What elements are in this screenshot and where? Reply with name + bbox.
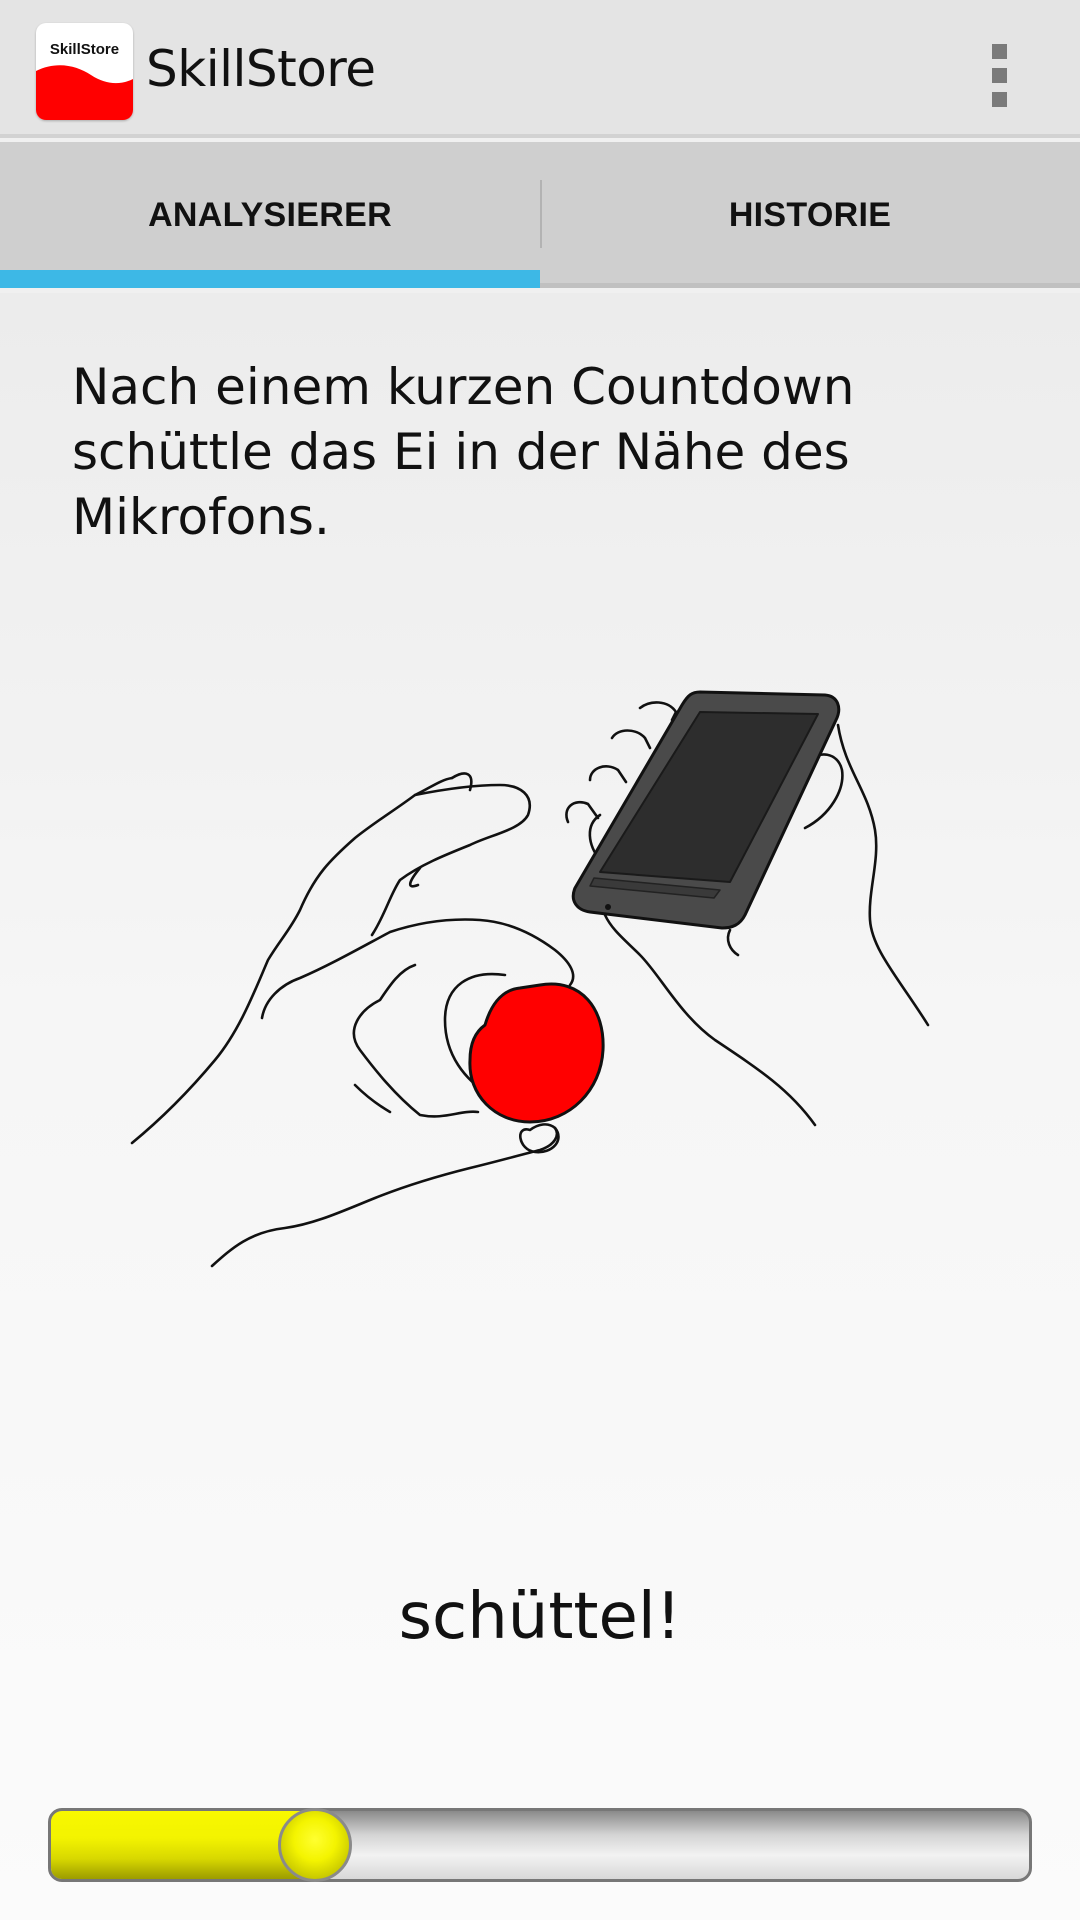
progress-fill xyxy=(51,1811,315,1879)
egg-icon xyxy=(468,982,605,1124)
instructions-text: Nach einem kurzen Countdown schüttle das… xyxy=(72,358,855,546)
status-text: schüttel! xyxy=(398,1580,682,1654)
overflow-menu-icon[interactable] xyxy=(984,42,1014,108)
tab-historie[interactable]: HISTORIE xyxy=(540,142,1080,288)
progress-thumb xyxy=(278,1808,352,1882)
progress-bar xyxy=(48,1808,1032,1882)
action-bar: SkillStore SkillStore xyxy=(0,0,1080,138)
logo-text: SkillStore xyxy=(49,41,120,58)
tab-bar: ANALYSIERER HISTORIE xyxy=(0,142,1080,288)
phone-icon xyxy=(571,690,841,930)
hands-shaking-egg-illustration xyxy=(130,690,930,1268)
app-logo-icon: SkillStore xyxy=(36,23,133,120)
app-title: SkillStore xyxy=(146,40,376,98)
selected-tab-indicator xyxy=(0,270,540,288)
tab-analysierer[interactable]: ANALYSIERER xyxy=(0,142,540,288)
